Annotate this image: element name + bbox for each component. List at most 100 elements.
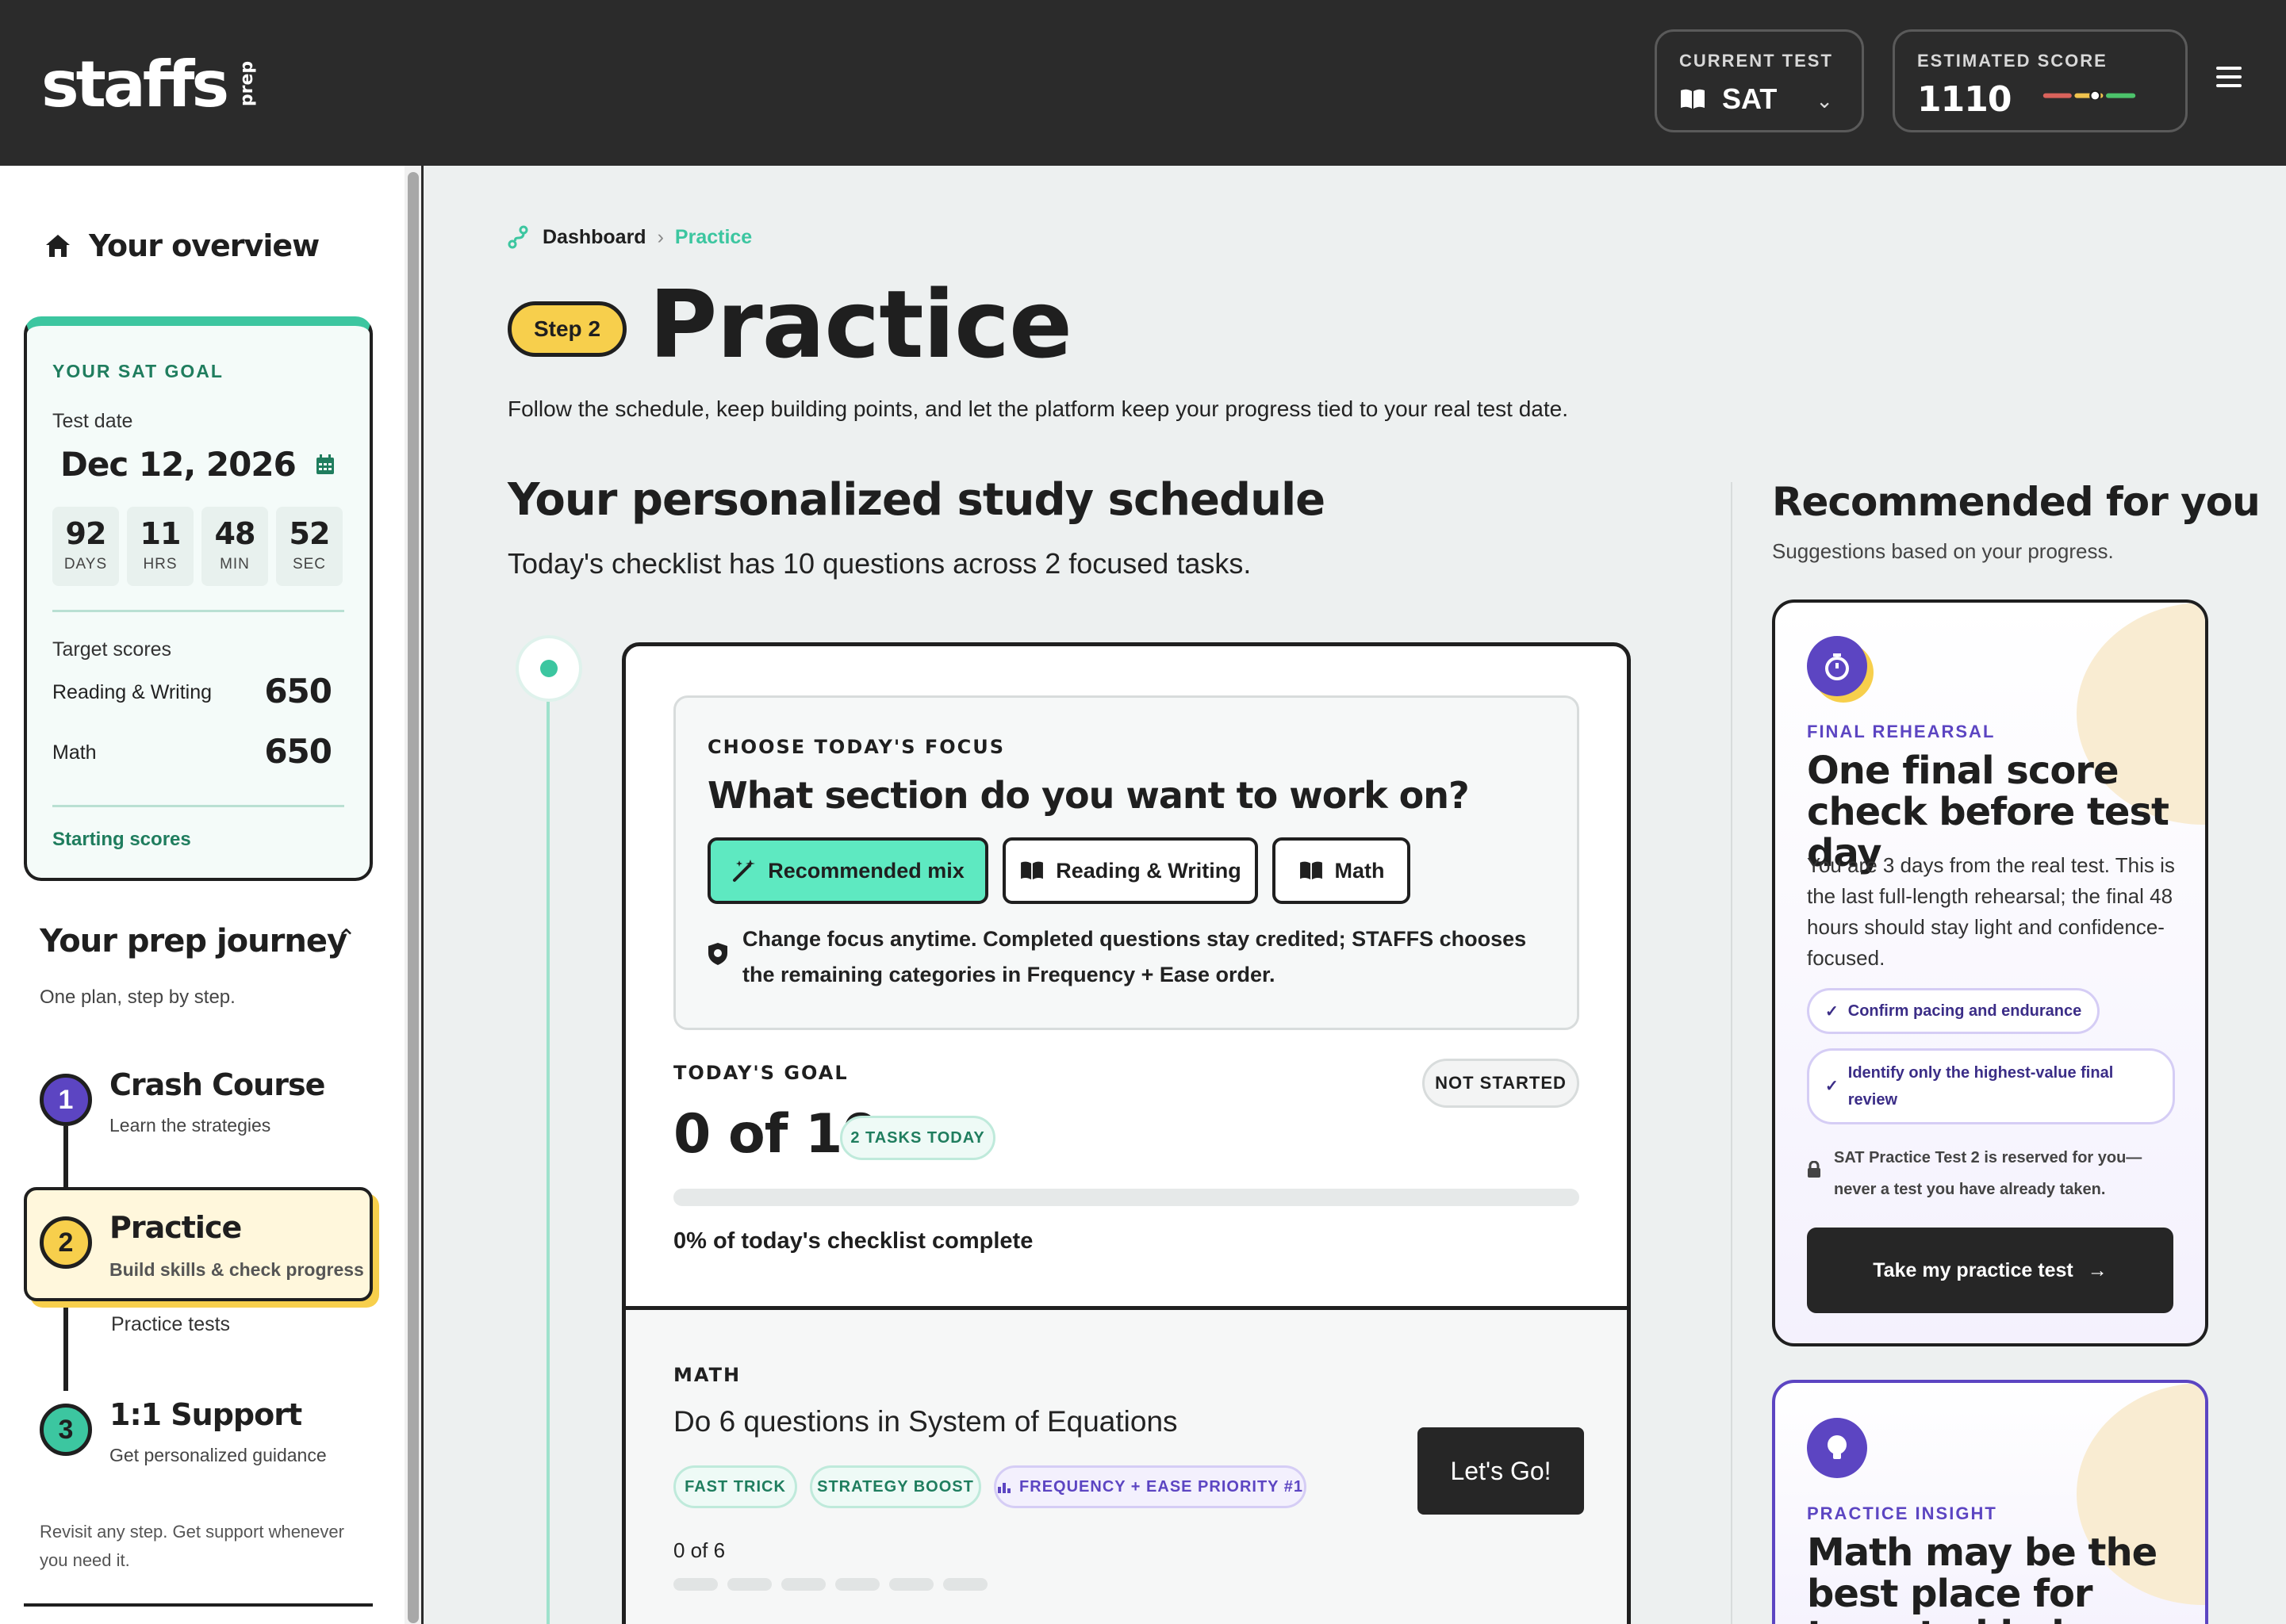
your-overview-label: Your overview (89, 228, 320, 263)
recommendation-card-final-rehearsal: FINAL REHEARSAL One final score check be… (1772, 599, 2208, 1346)
calendar-icon[interactable] (316, 454, 335, 475)
countdown-hours-value: 11 (140, 516, 182, 551)
lets-go-button[interactable]: Let's Go! (1417, 1427, 1584, 1515)
focus-label: CHOOSE TODAY'S FOCUS (708, 736, 1006, 758)
focus-chooser: CHOOSE TODAY'S FOCUS What section do you… (673, 695, 1579, 1030)
reserved-test-note: SAT Practice Test 2 is reserved for you—… (1807, 1142, 2180, 1205)
step-number: 2 (40, 1216, 92, 1269)
reserved-test-note-text: SAT Practice Test 2 is reserved for you—… (1834, 1149, 2142, 1198)
card-kicker: FINAL REHEARSAL (1807, 722, 1996, 741)
breadcrumb-practice: Practice (674, 225, 753, 248)
page-description: Follow the schedule, keep building point… (508, 396, 1568, 421)
revisit-note: Revisit any step. Get support whenever y… (40, 1522, 344, 1570)
logo-text: staffs (41, 48, 229, 121)
countdown-days-unit: DAYS (63, 556, 108, 573)
current-test-selector[interactable]: CURRENT TEST SAT ⌄ (1655, 29, 1864, 132)
focus-note: Change focus anytime. Completed question… (708, 921, 1548, 993)
countdown-days: 92 DAYS (52, 507, 119, 586)
breadcrumb-separator-icon: › (657, 225, 664, 248)
rw-target-label: Reading & Writing (52, 681, 213, 703)
lightbulb-icon (1807, 1418, 1867, 1478)
book-icon (1021, 861, 1044, 880)
focus-option-label: Recommended mix (768, 858, 965, 883)
task-progress-count: 0 of 6 (673, 1538, 726, 1562)
recommended-subtitle: Suggestions based on your progress. (1772, 539, 2114, 563)
countdown-seconds-unit: SEC (292, 556, 327, 573)
practice-tests-link[interactable]: Practice tests (111, 1313, 230, 1336)
take-practice-test-button[interactable]: Take my practice test → (1807, 1228, 2173, 1313)
focus-recommended-mix-button[interactable]: Recommended mix (708, 837, 988, 904)
scrollbar-thumb[interactable] (408, 172, 419, 1623)
book-icon (1299, 861, 1322, 880)
focus-option-label: Reading & Writing (1056, 858, 1241, 883)
target-scores-label: Target scores (52, 638, 172, 661)
logo-suffix: prep (237, 60, 258, 107)
stopwatch-icon (1807, 636, 1867, 696)
step-subtitle: Learn the strategies (109, 1115, 271, 1136)
column-divider (1731, 482, 1732, 1624)
score-gauge-marker (2089, 90, 2101, 100)
step-number: 3 (40, 1404, 92, 1456)
top-bar: staffs prep CURRENT TEST SAT ⌄ ESTIMATED … (0, 0, 2286, 166)
task-title: Do 6 questions in System of Equations (673, 1405, 1178, 1438)
check-icon: ✓ (1825, 1078, 1839, 1095)
step-title: 1:1 Support (109, 1397, 302, 1432)
progress-segment (673, 1578, 718, 1591)
arrow-right-icon: → (2087, 1258, 2108, 1281)
schedule-subtitle: Today's checklist has 10 questions acros… (508, 547, 1252, 580)
progress-text: 0% of today's checklist complete (673, 1228, 1034, 1254)
countdown-minutes-value: 48 (214, 516, 256, 551)
divider (52, 610, 344, 612)
breadcrumb: Dashboard › Practice (508, 225, 752, 249)
test-date-label: Test date (52, 410, 133, 432)
countdown-minutes: 48 MIN (201, 507, 268, 586)
magic-wand-icon (733, 860, 756, 882)
estimated-score-value: 1110 (1917, 79, 2012, 120)
status-badge: NOT STARTED (1422, 1059, 1579, 1108)
progress-segment (781, 1578, 826, 1591)
hamburger-menu-icon[interactable] (2216, 67, 2242, 89)
countdown-seconds: 52 SEC (276, 507, 343, 586)
prep-journey-subtitle: One plan, step by step. (40, 986, 236, 1008)
task-item-math: MATH Do 6 questions in System of Equatio… (626, 1306, 1627, 1624)
sidebar-scrollbar[interactable] (405, 166, 424, 1624)
step-title: Practice (109, 1210, 242, 1245)
task-section-label: MATH (673, 1364, 742, 1386)
focus-reading-writing-button[interactable]: Reading & Writing (1003, 837, 1258, 904)
countdown-seconds-value: 52 (289, 516, 331, 551)
home-icon (46, 235, 70, 257)
card-headline: Math may be the best place for targeted … (1807, 1530, 2158, 1624)
starting-scores-link[interactable]: Starting scores (52, 829, 191, 851)
rw-target-value: 650 (264, 672, 332, 710)
step-number: 1 (40, 1074, 92, 1126)
your-overview-link[interactable]: Your overview (44, 228, 320, 263)
tag-frequency-priority: FREQUENCY + EASE PRIORITY #1 (994, 1465, 1306, 1508)
progress-segment (727, 1578, 772, 1591)
focus-option-label: Math (1334, 858, 1385, 883)
math-target-value: 650 (264, 732, 332, 771)
chevron-down-icon: ⌄ (1816, 89, 1833, 113)
journey-connector (63, 1126, 68, 1189)
pill-text: Confirm pacing and endurance (1847, 1002, 2082, 1020)
checklist-progress-bar (673, 1189, 1579, 1206)
tasks-today-badge: 2 TASKS TODAY (840, 1116, 995, 1160)
focus-math-button[interactable]: Math (1272, 837, 1410, 904)
sat-goal-card: YOUR SAT GOAL Test date Dec 12, 2026 92 D… (24, 316, 373, 881)
check-icon: ✓ (1825, 1002, 1839, 1021)
estimated-score-box: ESTIMATED SCORE 1110 (1893, 29, 2188, 132)
current-test-label: CURRENT TEST (1679, 51, 1833, 71)
tag-fast-trick: FAST TRICK (673, 1465, 797, 1508)
countdown-hours-unit: HRS (143, 556, 178, 573)
tag-frequency-priority-label: FREQUENCY + EASE PRIORITY #1 (1019, 1478, 1303, 1496)
breadcrumb-dashboard[interactable]: Dashboard (543, 226, 646, 249)
step-subtitle: Build skills & check progress (109, 1259, 364, 1280)
collapse-caret-icon[interactable]: ⌃ (336, 925, 356, 952)
countdown-days-value: 92 (65, 516, 107, 551)
estimated-score-label: ESTIMATED SCORE (1917, 51, 2108, 71)
goal-card-title: YOUR SAT GOAL (52, 361, 224, 381)
staffs-prep-logo[interactable]: staffs prep (41, 48, 271, 121)
step-title: Crash Course (109, 1067, 325, 1102)
daily-checklist-card: CHOOSE TODAY'S FOCUS What section do you… (622, 642, 1631, 1624)
todays-goal-label: TODAY'S GOAL (673, 1062, 849, 1084)
page-title: Practice (649, 270, 1072, 379)
